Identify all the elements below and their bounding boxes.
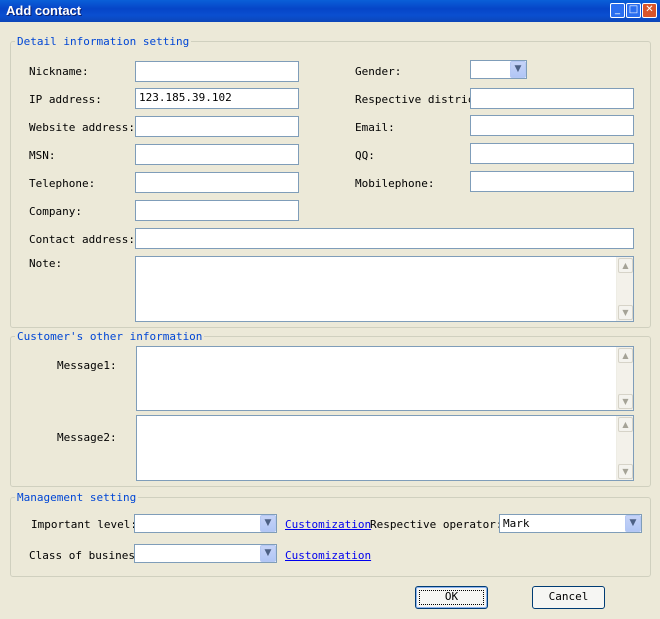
customization-link-importance[interactable]: Customization [285,518,371,531]
respective-operator-label: Respective operator: [370,518,503,531]
message1-label: Message1: [57,359,117,372]
message2-label: Message2: [57,431,117,444]
ok-button-label: OK [444,590,459,603]
company-field[interactable] [135,200,299,221]
class-of-business-select[interactable]: ▼ [134,544,277,563]
chevron-down-icon[interactable]: ▼ [625,515,641,532]
message2-textarea[interactable]: ▲ ▼ [136,415,634,481]
contact-address-label: Contact address: [29,233,135,246]
scroll-down-icon[interactable]: ▼ [618,464,633,479]
title-bar[interactable]: Add contact _ □ ✕ [0,0,660,22]
message1-textarea[interactable]: ▲ ▼ [136,346,634,411]
qq-label: QQ: [355,149,375,162]
mobilephone-label: Mobilephone: [355,177,435,190]
customization-link-business[interactable]: Customization [285,549,371,562]
mobilephone-field[interactable] [470,171,634,192]
respective-operator-value: Mark [503,517,530,530]
close-button[interactable]: ✕ [642,3,657,18]
management-setting-legend: Management setting [17,491,137,504]
contact-address-field[interactable] [135,228,634,249]
respective-district-field[interactable] [470,88,634,109]
gender-select[interactable]: ▼ [470,60,527,79]
msn-field[interactable] [135,144,299,165]
website-address-label: Website address: [29,121,135,134]
cancel-button[interactable]: Cancel [532,586,605,609]
minimize-button[interactable]: _ [610,3,625,18]
scroll-up-icon[interactable]: ▲ [618,348,633,363]
message1-scrollbar[interactable]: ▲ ▼ [616,347,633,410]
nickname-label: Nickname: [29,65,89,78]
maximize-button[interactable]: □ [626,3,641,18]
note-scrollbar[interactable]: ▲ ▼ [616,257,633,321]
message2-scrollbar[interactable]: ▲ ▼ [616,416,633,480]
important-level-label: Important level: [31,518,137,531]
msn-label: MSN: [29,149,56,162]
telephone-label: Telephone: [29,177,96,190]
ok-button[interactable]: OK [415,586,488,609]
scroll-up-icon[interactable]: ▲ [618,417,633,432]
nickname-field[interactable] [135,61,299,82]
class-of-business-label: Class of business: [29,549,149,562]
email-field[interactable] [470,115,634,136]
scroll-down-icon[interactable]: ▼ [618,305,633,320]
note-textarea[interactable]: ▲ ▼ [135,256,634,322]
scroll-down-icon[interactable]: ▼ [618,394,633,409]
chevron-down-icon[interactable]: ▼ [260,515,276,532]
note-label: Note: [29,257,63,270]
respective-district-label: Respective district [355,93,481,106]
management-setting-group: Management setting [10,491,651,577]
email-label: Email: [355,121,395,134]
cancel-button-label: Cancel [548,590,589,603]
company-label: Company: [29,205,82,218]
scroll-up-icon[interactable]: ▲ [618,258,633,273]
important-level-select[interactable]: ▼ [134,514,277,533]
detail-information-legend: Detail information setting [17,35,190,48]
ip-address-field[interactable]: 123.185.39.102 [135,88,299,109]
chevron-down-icon[interactable]: ▼ [510,61,526,78]
gender-label: Gender: [355,65,402,78]
ip-address-label: IP address: [29,93,102,106]
qq-field[interactable] [470,143,634,164]
telephone-field[interactable] [135,172,299,193]
website-address-field[interactable] [135,116,299,137]
other-information-legend: Customer's other information [17,330,203,343]
respective-operator-select[interactable]: Mark ▼ [499,514,642,533]
chevron-down-icon[interactable]: ▼ [260,545,276,562]
add-contact-dialog: Add contact _ □ ✕ Detail information set… [0,0,660,619]
window-title: Add contact [6,3,82,18]
